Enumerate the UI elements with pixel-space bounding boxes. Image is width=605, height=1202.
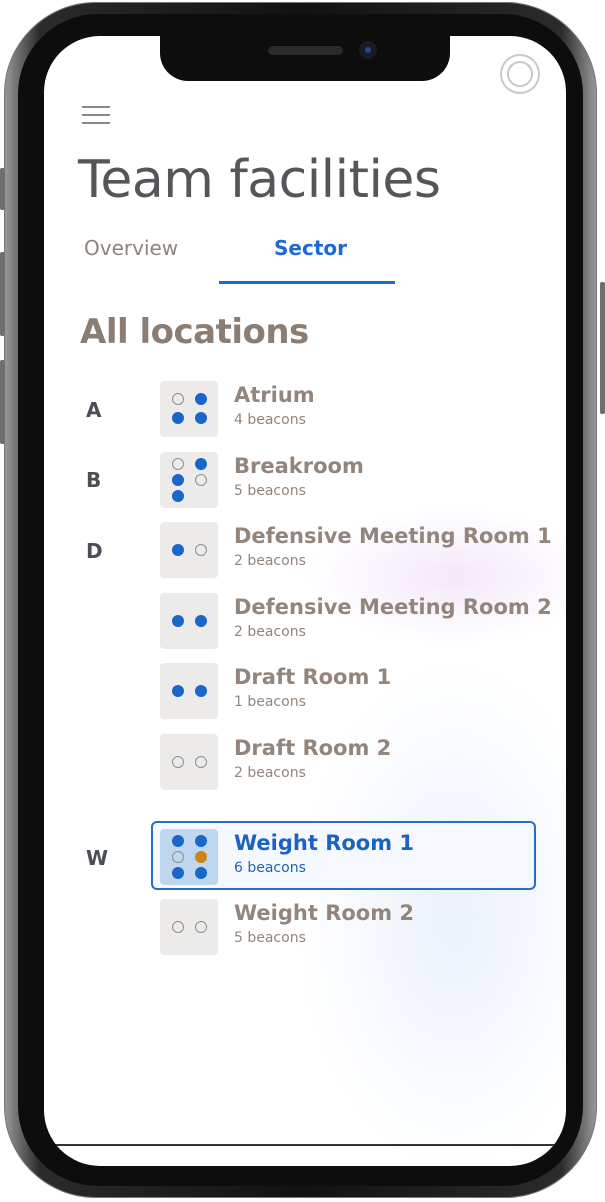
location-item[interactable]: Defensive Meeting Room 2 2 beacons: [160, 593, 552, 649]
location-item[interactable]: Draft Room 1 1 beacons: [160, 663, 530, 719]
location-item-selected[interactable]: Weight Room 1 6 beacons: [160, 829, 530, 885]
front-camera-icon: [361, 43, 375, 57]
location-item[interactable]: Atrium 4 beacons: [160, 381, 530, 437]
volume-down-button: [0, 360, 5, 444]
beacon-active-dot: [195, 615, 207, 627]
location-name: Draft Room 2: [234, 736, 392, 760]
beacon-map-thumbnail: [160, 452, 218, 508]
beacon-map-thumbnail: [160, 829, 218, 885]
power-button: [600, 282, 605, 414]
beacon-inactive-dot: [195, 474, 207, 486]
beacon-count: 4 beacons: [234, 412, 306, 428]
group-letter: A: [86, 398, 102, 422]
beacon-active-dot: [172, 685, 184, 697]
beacon-map-thumbnail: [160, 663, 218, 719]
beacon-inactive-dot: [172, 393, 184, 405]
tab-sector[interactable]: Sector: [274, 236, 347, 260]
beacon-active-dot: [172, 835, 184, 847]
location-item[interactable]: Breakroom 5 beacons: [160, 452, 530, 508]
beacon-inactive-dot: [172, 458, 184, 470]
beacon-active-dot: [172, 615, 184, 627]
beacon-inactive-dot: [172, 851, 184, 863]
beacon-active-dot: [195, 685, 207, 697]
location-item[interactable]: Weight Room 2 5 beacons: [160, 899, 530, 955]
hamburger-menu-icon[interactable]: [82, 106, 110, 126]
location-item[interactable]: Defensive Meeting Room 1 2 beacons: [160, 522, 552, 578]
beacon-inactive-dot: [195, 756, 207, 768]
location-name: Draft Room 1: [234, 665, 392, 689]
mute-switch: [0, 168, 5, 210]
beacon-count: 5 beacons: [234, 483, 306, 499]
beacon-active-dot: [172, 412, 184, 424]
group-letter: W: [86, 846, 109, 870]
tab-overview[interactable]: Overview: [84, 236, 178, 260]
location-name: Breakroom: [234, 454, 364, 478]
beacon-active-dot: [195, 458, 207, 470]
active-tab-indicator: [219, 281, 395, 284]
screen-edge: [44, 1144, 566, 1146]
group-letter: B: [86, 468, 102, 492]
location-name: Weight Room 1: [234, 831, 415, 855]
beacon-inactive-dot: [172, 921, 184, 933]
location-name: Defensive Meeting Room 1: [234, 524, 552, 548]
beacon-count: 2 beacons: [234, 765, 306, 781]
beacon-map-thumbnail: [160, 899, 218, 955]
location-item[interactable]: Draft Room 2 2 beacons: [160, 734, 530, 790]
section-title: All locations: [80, 312, 309, 352]
beacon-count: 5 beacons: [234, 930, 306, 946]
location-name: Atrium: [234, 383, 315, 407]
beacon-inactive-dot: [172, 756, 184, 768]
location-name: Defensive Meeting Room 2: [234, 595, 552, 619]
beacon-active-dot: [172, 474, 184, 486]
beacon-inactive-dot: [195, 544, 207, 556]
phone-notch: [160, 36, 450, 81]
page-title: Team facilities: [78, 150, 441, 210]
location-name: Weight Room 2: [234, 901, 415, 925]
assistive-touch-icon[interactable]: [500, 54, 540, 94]
beacon-count: 2 beacons: [234, 624, 306, 640]
beacon-active-dot: [172, 544, 184, 556]
beacon-map-thumbnail: [160, 593, 218, 649]
beacon-active-dot: [195, 393, 207, 405]
beacon-count: 2 beacons: [234, 553, 306, 569]
beacon-inactive-dot: [195, 921, 207, 933]
beacon-alert-dot: [195, 851, 207, 863]
beacon-count: 6 beacons: [234, 860, 306, 876]
beacon-count: 1 beacons: [234, 694, 306, 710]
beacon-map-thumbnail: [160, 522, 218, 578]
beacon-active-dot: [172, 490, 184, 502]
beacon-active-dot: [195, 412, 207, 424]
speaker-grille: [268, 46, 343, 55]
beacon-active-dot: [195, 867, 207, 879]
beacon-active-dot: [195, 835, 207, 847]
volume-up-button: [0, 252, 5, 336]
beacon-active-dot: [172, 867, 184, 879]
beacon-map-thumbnail: [160, 381, 218, 437]
group-letter: D: [86, 539, 103, 563]
beacon-map-thumbnail: [160, 734, 218, 790]
